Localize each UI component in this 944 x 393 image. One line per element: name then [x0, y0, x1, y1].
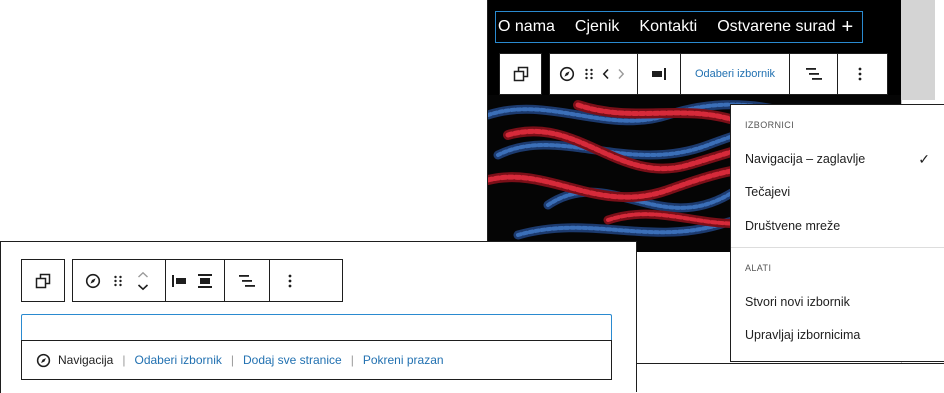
start-empty-link[interactable]: Pokreni prazan	[363, 353, 444, 367]
list-indent-icon	[805, 68, 822, 80]
choose-menu-button[interactable]: Odaberi izbornik	[681, 54, 789, 94]
create-new-menu-option[interactable]: Stvori novi izbornik	[745, 295, 850, 309]
manage-menus-option[interactable]: Upravljaj izbornicima	[745, 328, 860, 342]
menu-option-navigacija-zaglavlje[interactable]: Navigacija – zaglavlje	[745, 152, 865, 166]
block-toolbar: Odaberi izbornik	[549, 53, 888, 95]
menu-divider	[731, 247, 944, 248]
select-parent-button[interactable]	[500, 54, 541, 94]
list-indent-icon	[239, 274, 255, 287]
justify-center-icon	[198, 273, 212, 288]
more-options-button[interactable]	[270, 260, 310, 301]
nav-link-cjenik[interactable]: Cjenik	[575, 18, 619, 36]
compass-icon	[85, 273, 101, 288]
navigation-block[interactable]: O nama Cjenik Kontakti Ostvarene surad +	[495, 11, 863, 43]
chevron-right-icon	[618, 69, 625, 79]
checkmark-icon: ✓	[918, 151, 930, 167]
nav-link-kontakti[interactable]: Kontakti	[639, 18, 697, 36]
drag-handle[interactable]	[579, 54, 599, 94]
drag-dots-icon	[585, 68, 593, 80]
move-up-down-buttons[interactable]	[129, 260, 157, 301]
more-vertical-icon	[288, 274, 292, 287]
justify-right-button[interactable]	[638, 54, 680, 94]
select-parent-button[interactable]	[22, 260, 64, 301]
navigation-placeholder: Navigacija | Odaberi izbornik | Dodaj sv…	[21, 340, 612, 380]
chevron-left-icon	[602, 68, 609, 80]
tools-heading: ALATI	[745, 263, 772, 273]
chevron-up-icon	[138, 271, 148, 278]
navigation-block-button[interactable]	[554, 54, 579, 94]
scrollbar[interactable]	[901, 0, 935, 100]
block-toolbar	[72, 259, 343, 302]
justify-right-icon	[652, 68, 666, 80]
justify-center-button[interactable]	[192, 260, 218, 301]
nav-link-ostvarene-suradnje[interactable]: Ostvarene surad	[717, 18, 835, 36]
drag-handle[interactable]	[107, 260, 129, 301]
separator: |	[350, 353, 354, 367]
parent-toolbar	[21, 259, 65, 302]
duplicate-squares-icon	[35, 273, 51, 288]
separator: |	[122, 353, 126, 367]
compass-icon	[559, 66, 574, 82]
choose-menu-dropdown: IZBORNICI Navigacija – zaglavlje ✓ Tečaj…	[730, 104, 944, 362]
parent-toolbar	[499, 53, 542, 95]
menus-heading: IZBORNICI	[745, 120, 795, 130]
justify-left-icon	[172, 274, 186, 287]
more-options-button[interactable]	[838, 54, 882, 94]
menu-option-drustvene-mreze[interactable]: Društvene mreže	[745, 219, 840, 233]
placeholder-label: Navigacija	[58, 353, 114, 367]
submenu-visibility-button[interactable]	[225, 260, 269, 301]
navigation-block-button[interactable]	[79, 260, 107, 301]
duplicate-squares-icon	[513, 66, 528, 82]
add-all-pages-link[interactable]: Dodaj sve stranice	[243, 353, 342, 367]
move-right-button[interactable]	[613, 54, 629, 94]
navigation-placeholder-screenshot: Navigacija | Odaberi izbornik | Dodaj sv…	[0, 241, 637, 393]
menu-option-tecajevi[interactable]: Tečajevi	[745, 185, 790, 199]
compass-icon	[36, 353, 51, 367]
submenu-visibility-button[interactable]	[790, 54, 837, 94]
more-vertical-icon	[858, 67, 862, 81]
justify-left-button[interactable]	[166, 260, 192, 301]
move-left-button[interactable]	[599, 54, 613, 94]
add-nav-item-button[interactable]: +	[841, 17, 853, 37]
chevron-down-icon	[137, 283, 149, 290]
navigation-block-selected-outline[interactable]	[21, 314, 612, 341]
nav-link-o-nama[interactable]: O nama	[498, 18, 555, 36]
choose-menu-link[interactable]: Odaberi izbornik	[134, 353, 221, 367]
drag-dots-icon	[114, 275, 122, 286]
separator: |	[230, 353, 234, 367]
